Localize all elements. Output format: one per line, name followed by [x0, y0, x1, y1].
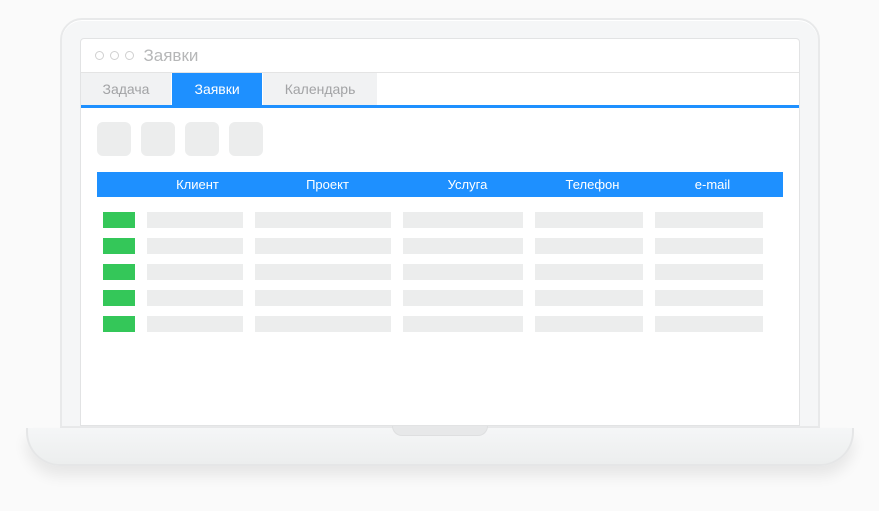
toolbar-button-1[interactable]: [97, 122, 131, 156]
cell-client: [147, 290, 243, 306]
cell-phone: [535, 264, 643, 280]
col-client[interactable]: Клиент: [143, 177, 253, 192]
laptop-base: [26, 428, 854, 466]
tab-task[interactable]: Задача: [81, 73, 173, 105]
toolbar-button-3[interactable]: [185, 122, 219, 156]
status-badge: [103, 264, 135, 280]
app-window: Заявки Задача Заявки Календарь Клиент Пр…: [80, 38, 800, 426]
table-body: [97, 207, 783, 337]
col-project[interactable]: Проект: [253, 177, 403, 192]
table-row[interactable]: [97, 259, 783, 285]
window-controls: [95, 51, 134, 60]
cell-service: [403, 238, 523, 254]
maximize-icon[interactable]: [125, 51, 134, 60]
cell-email: [655, 212, 763, 228]
minimize-icon[interactable]: [110, 51, 119, 60]
status-badge: [103, 316, 135, 332]
cell-client: [147, 238, 243, 254]
tabs: Задача Заявки Календарь: [81, 73, 799, 108]
cell-phone: [535, 238, 643, 254]
cell-project: [255, 212, 391, 228]
cell-project: [255, 290, 391, 306]
cell-client: [147, 212, 243, 228]
titlebar: Заявки: [81, 39, 799, 73]
cell-email: [655, 238, 763, 254]
cell-project: [255, 316, 391, 332]
table-row[interactable]: [97, 207, 783, 233]
table-row[interactable]: [97, 233, 783, 259]
cell-project: [255, 238, 391, 254]
cell-phone: [535, 212, 643, 228]
screen-frame: Заявки Задача Заявки Календарь Клиент Пр…: [60, 18, 820, 428]
cell-phone: [535, 290, 643, 306]
cell-client: [147, 264, 243, 280]
cell-service: [403, 264, 523, 280]
col-service[interactable]: Услуга: [403, 177, 533, 192]
laptop-mockup: Заявки Задача Заявки Календарь Клиент Пр…: [60, 18, 820, 466]
window-title: Заявки: [144, 46, 199, 66]
status-badge: [103, 238, 135, 254]
table-row[interactable]: [97, 311, 783, 337]
toolbar-button-4[interactable]: [229, 122, 263, 156]
close-icon[interactable]: [95, 51, 104, 60]
cell-email: [655, 264, 763, 280]
toolbar: [97, 122, 783, 156]
table-row[interactable]: [97, 285, 783, 311]
cell-email: [655, 316, 763, 332]
col-phone[interactable]: Телефон: [533, 177, 653, 192]
status-badge: [103, 290, 135, 306]
tab-calendar[interactable]: Календарь: [263, 73, 379, 105]
cell-service: [403, 212, 523, 228]
toolbar-button-2[interactable]: [141, 122, 175, 156]
tab-requests[interactable]: Заявки: [172, 73, 262, 105]
table-header: Клиент Проект Услуга Телефон e-mail: [97, 172, 783, 197]
cell-email: [655, 290, 763, 306]
cell-project: [255, 264, 391, 280]
status-badge: [103, 212, 135, 228]
content-area: Клиент Проект Услуга Телефон e-mail: [81, 108, 799, 351]
col-email[interactable]: e-mail: [653, 177, 773, 192]
trackpad-notch: [392, 426, 488, 436]
cell-service: [403, 316, 523, 332]
cell-service: [403, 290, 523, 306]
cell-client: [147, 316, 243, 332]
cell-phone: [535, 316, 643, 332]
